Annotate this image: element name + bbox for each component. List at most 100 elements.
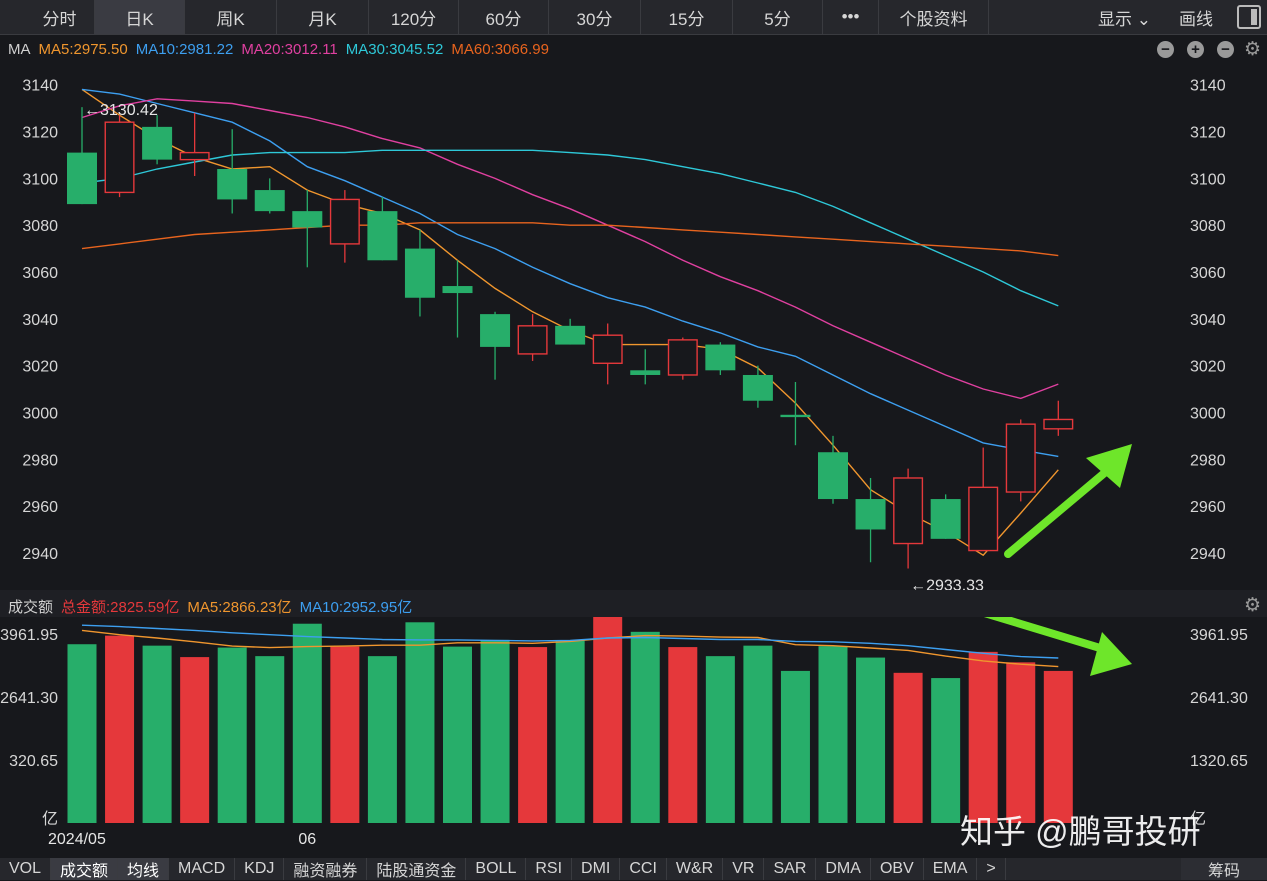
vol-tick-left-0: 3961.95 <box>0 627 58 644</box>
side-panel-toggle-icon[interactable] <box>1237 5 1261 29</box>
y-tick-left-4: 3060 <box>22 265 58 282</box>
y-tick-right-10: 2940 <box>1190 546 1226 563</box>
indicator-tab-4[interactable]: KDJ <box>235 858 285 880</box>
volume-bar-16 <box>668 647 698 823</box>
volume-bar-4 <box>217 647 247 823</box>
gear-icon[interactable]: ⚙ <box>1244 38 1261 61</box>
volume-bar-25 <box>1006 662 1036 823</box>
tab-1[interactable]: 日K <box>95 0 185 34</box>
date-label-1: 06 <box>298 831 316 848</box>
display-menu[interactable]: 显示 ⌄ <box>1084 5 1165 30</box>
period-tab-bar: 分时 日K 周K 月K 120分 60分 30分 15分 5分 ••• 个股资料 <box>0 0 1267 35</box>
trend-arrow-down-head <box>1090 632 1132 676</box>
y-tick-right-1: 3120 <box>1190 125 1226 142</box>
indicator-tab-11[interactable]: W&R <box>667 858 724 880</box>
volume-bar-11 <box>480 639 510 823</box>
candle-body-8 <box>367 211 398 261</box>
candle-body-20 <box>818 452 848 500</box>
volume-bar-26 <box>1043 670 1073 823</box>
volume-bar-15 <box>630 631 660 823</box>
tab-2[interactable]: 周K <box>185 0 277 34</box>
volume-bar-14 <box>593 616 623 823</box>
candle-body-16 <box>667 339 698 376</box>
ma-line-ma60 <box>81 222 1059 257</box>
indicator-tab-2[interactable]: 均线 <box>118 858 170 880</box>
watermark: 知乎 @鹏哥投研 <box>960 813 1201 850</box>
chart-controls: − + − ⚙ <box>1144 38 1261 61</box>
y-tick-right-0: 3140 <box>1190 78 1226 95</box>
vol-tick-left-1: 2641.30 <box>0 690 58 707</box>
volume-bar-8 <box>367 656 397 823</box>
volume-legend-item-0: 总金额:2825.59亿 <box>61 598 180 616</box>
candle-body-14 <box>592 334 623 364</box>
indicator-tab-12[interactable]: VR <box>723 858 765 880</box>
volume-bar-21 <box>856 657 886 823</box>
volume-bar-20 <box>818 646 848 823</box>
indicator-tab-0[interactable]: VOL <box>0 858 52 880</box>
minus-icon[interactable]: − <box>1156 41 1174 58</box>
volume-bar-23 <box>931 678 961 823</box>
indicator-tab-17[interactable]: > <box>977 858 1006 880</box>
volume-bar-2 <box>142 645 172 823</box>
candle-body-1 <box>104 121 135 194</box>
minus-icon[interactable]: − <box>1216 41 1234 58</box>
draw-line-button[interactable]: 画线 <box>1165 5 1227 30</box>
chip-distribution-button[interactable]: 筹码 <box>1181 858 1267 880</box>
ma-line-ma30 <box>81 149 1059 307</box>
volume-bar-17 <box>705 656 735 823</box>
tab-10[interactable]: 个股资料 <box>879 0 989 34</box>
tab-7[interactable]: 15分 <box>641 0 733 34</box>
tab-5[interactable]: 60分 <box>459 0 549 34</box>
tab-4[interactable]: 120分 <box>369 0 459 34</box>
indicator-tab-1[interactable]: 成交额 <box>51 858 119 880</box>
indicator-tab-6[interactable]: 陆股通资金 <box>367 858 467 880</box>
display-label: 显示 <box>1098 9 1133 29</box>
plus-icon[interactable]: + <box>1186 41 1204 58</box>
indicator-tab-5[interactable]: 融资融券 <box>284 858 368 880</box>
candle-body-21 <box>855 499 886 530</box>
kline-chart: 3140 3140 3120 3120 3100 3100 3080 3080 3060 3060… <box>0 78 1248 848</box>
indicator-tab-10[interactable]: CCI <box>620 858 667 880</box>
y-tick-left-9: 2960 <box>22 499 58 516</box>
vol-ma-line-ma10 <box>81 624 1059 659</box>
volume-legend: 成交额 总金额:2825.59亿 MA5:2866.23亿 MA10:2952.95… <box>0 595 412 617</box>
tab-3[interactable]: 月K <box>277 0 369 34</box>
tab-8[interactable]: 5分 <box>733 0 823 34</box>
y-tick-right-7: 3000 <box>1190 405 1226 422</box>
volume-bar-0 <box>67 644 97 823</box>
indicator-tab-8[interactable]: RSI <box>526 858 573 880</box>
indicator-tab-13[interactable]: SAR <box>764 858 817 880</box>
candle-body-19 <box>780 414 811 418</box>
tab-0[interactable]: 分时 <box>25 0 95 34</box>
y-tick-right-4: 3060 <box>1190 265 1226 282</box>
volume-bar-13 <box>555 640 585 823</box>
top-right-controls: 显示 ⌄ 画线 <box>1084 0 1267 34</box>
candle-body-2 <box>142 126 173 160</box>
indicator-tab-9[interactable]: DMI <box>572 858 621 880</box>
ma-legend-item-3: MA30:3045.52 <box>345 40 444 58</box>
volume-bar-6 <box>292 623 322 823</box>
vol-tick-right-2: 1320.65 <box>1190 753 1248 770</box>
indicator-name: MA <box>8 40 31 58</box>
indicator-tab-3[interactable]: MACD <box>169 858 236 880</box>
y-tick-right-9: 2960 <box>1190 499 1226 516</box>
chevron-down-icon: ⌄ <box>1136 9 1151 29</box>
trend-arrow-up-head <box>1086 444 1132 488</box>
gear-icon[interactable]: ⚙ <box>1244 594 1261 617</box>
tab-9[interactable]: ••• <box>823 0 879 34</box>
candle-body-17 <box>705 344 736 371</box>
ma-legend-item-1: MA10:2981.22 <box>135 40 234 58</box>
indicator-tab-16[interactable]: EMA <box>924 858 978 880</box>
tab-6[interactable]: 30分 <box>549 0 641 34</box>
candle-body-15 <box>630 370 661 375</box>
indicator-tab-14[interactable]: DMA <box>816 858 871 880</box>
volume-title: 成交额 <box>8 598 54 616</box>
indicator-tab-7[interactable]: BOLL <box>466 858 527 880</box>
volume-bar-10 <box>443 646 472 823</box>
indicator-tab-15[interactable]: OBV <box>871 858 924 880</box>
ma-legend: MA MA5:2975.50 MA10:2981.22 MA20:3012.11 MA… <box>0 38 549 60</box>
candle-body-5 <box>254 190 285 212</box>
candle-body-22 <box>893 477 924 545</box>
vol-ma-line-ma5 <box>81 629 1059 668</box>
volume-bar-24 <box>968 651 998 823</box>
